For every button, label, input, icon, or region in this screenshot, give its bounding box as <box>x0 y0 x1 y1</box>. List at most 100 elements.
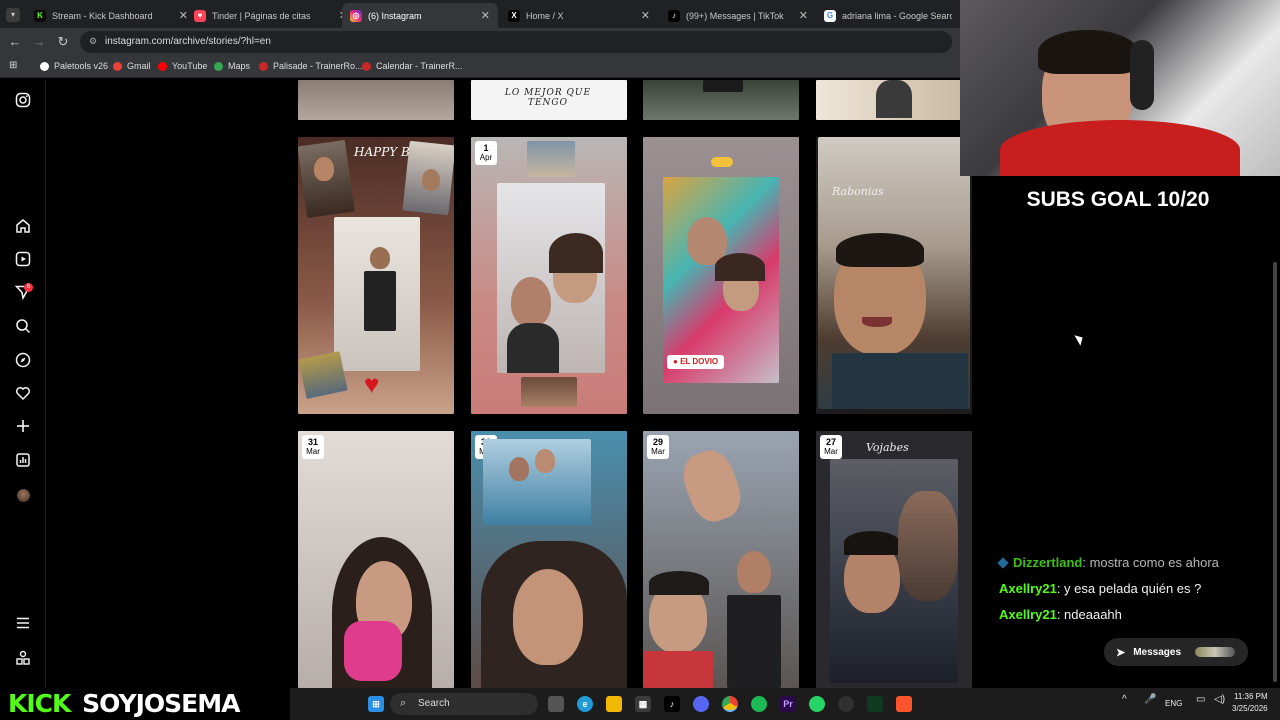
tab-x-home[interactable]: X Home / X ✕ <box>500 3 658 28</box>
back-icon[interactable]: ← <box>7 34 23 49</box>
store-icon[interactable]: ▦ <box>635 696 651 712</box>
site-info-icon[interactable]: ⚙ <box>89 36 97 47</box>
messages-label: Messages <box>1133 646 1182 658</box>
story-tile[interactable] <box>298 80 454 120</box>
reels-icon[interactable] <box>13 251 33 271</box>
search-icon[interactable] <box>13 318 33 338</box>
bookmark-paletools[interactable]: Paletools v26 <box>40 61 108 71</box>
reload-icon[interactable]: ↻ <box>55 34 71 50</box>
tray-chevron-icon[interactable]: ^ <box>1122 694 1127 705</box>
trainerroad-icon <box>362 61 371 71</box>
create-plus-icon[interactable] <box>13 418 33 438</box>
story-tile[interactable]: 30Mar <box>471 431 627 688</box>
chat-message: Axellry21: ndeaaahh <box>999 607 1122 622</box>
paletools-icon <box>40 61 49 71</box>
task-view-icon[interactable] <box>548 696 564 712</box>
windows-start-icon[interactable]: ⊞ <box>368 696 384 712</box>
story-caption: Vojabes <box>866 441 909 454</box>
tab-tinder[interactable]: ♥ Tinder | Páginas de citas ✕ <box>186 3 356 28</box>
chat-username: Axellry21 <box>999 607 1057 622</box>
bookmark-gmail[interactable]: Gmail <box>113 61 151 71</box>
taskbar-search-input[interactable]: ⌕ Search <box>390 693 538 715</box>
story-caption: Rabonias <box>832 185 884 198</box>
discord-icon[interactable] <box>693 696 709 712</box>
google-icon: G <box>824 9 836 22</box>
close-tab-icon[interactable]: ✕ <box>799 9 808 22</box>
brave-icon[interactable] <box>896 696 912 712</box>
chat-message: Dizzertland: mostra como es ahora <box>997 555 1219 570</box>
tab-label: adriana lima - Google Search <box>842 10 952 21</box>
url-text: instagram.com/archive/stories/?hl=en <box>105 36 271 47</box>
story-tile[interactable]: 1 Apr <box>471 137 627 414</box>
bookmark-label: YouTube <box>172 61 208 71</box>
story-tile[interactable]: ● EL DOVIO <box>643 137 799 414</box>
whatsapp-icon[interactable] <box>809 696 825 712</box>
tab-label: (99+) Messages | TikTok <box>686 10 784 21</box>
bookmark-youtube[interactable]: YouTube <box>158 61 207 71</box>
story-tile[interactable]: 29 Mar <box>643 431 799 688</box>
also-from-meta-icon[interactable] <box>13 650 33 670</box>
notifications-heart-icon[interactable] <box>13 385 33 405</box>
file-explorer-icon[interactable] <box>606 696 622 712</box>
tab-tiktok[interactable]: ♪ (99+) Messages | TikTok ✕ <box>660 3 816 28</box>
close-tab-icon[interactable]: ✕ <box>641 9 650 22</box>
url-input[interactable]: ⚙ instagram.com/archive/stories/?hl=en <box>80 31 952 53</box>
instagram-sidebar: 6 <box>0 80 46 688</box>
story-tile[interactable]: LO MEJOR QUE TENGO <box>471 80 627 120</box>
obs-icon[interactable] <box>838 696 854 712</box>
tab-label: Stream - Kick Dashboard <box>52 10 153 21</box>
network-icon[interactable]: ▭ <box>1196 694 1205 705</box>
location-sticker: ● EL DOVIO <box>667 355 725 369</box>
search-placeholder: Search <box>418 698 450 709</box>
story-tile[interactable]: HAPPY Birthday ♥ <box>298 137 454 414</box>
bookmark-calendar[interactable]: Calendar - TrainerR... <box>362 61 463 71</box>
story-date-badge: 1 Apr <box>475 141 497 165</box>
terminal-icon[interactable] <box>867 696 883 712</box>
dashboard-icon[interactable] <box>13 452 33 472</box>
bookmark-label: Gmail <box>127 61 151 71</box>
story-tile[interactable] <box>643 80 799 120</box>
chat-text: : mostra como es ahora <box>1082 555 1219 570</box>
story-tile[interactable]: 31 Mar <box>298 431 454 688</box>
spotify-icon[interactable] <box>751 696 767 712</box>
kick-logo: KICK <box>8 689 71 718</box>
chat-text: : y esa pelada quién es ? <box>1056 581 1202 596</box>
explore-icon[interactable] <box>13 352 33 372</box>
windows-taskbar: ⊞ ⌕ Search e ▦ ♪ Pr ^ 🎤 ENG ▭ ◁) 11:36 P… <box>290 688 1280 720</box>
tab-kick-dashboard[interactable]: K Stream - Kick Dashboard ✕ <box>26 3 196 28</box>
story-tile[interactable]: Rabonias <box>816 137 972 414</box>
story-caption: LO MEJOR QUE TENGO <box>504 88 592 108</box>
more-menu-icon[interactable] <box>13 615 33 635</box>
edge-icon[interactable]: e <box>577 696 593 712</box>
tab-google-search[interactable]: G adriana lima - Google Search <box>816 3 960 28</box>
home-icon[interactable] <box>13 218 33 238</box>
clock-date[interactable]: 3/25/2026 <box>1232 704 1268 713</box>
language-indicator[interactable]: ENG <box>1165 699 1182 708</box>
tab-search-icon[interactable]: ▾ <box>6 8 20 22</box>
story-tile[interactable]: 27 Mar Vojabes <box>816 431 972 688</box>
messages-button[interactable]: ➤ Messages <box>1104 638 1248 666</box>
microphone-icon[interactable]: 🎤 <box>1144 694 1156 705</box>
chrome-icon[interactable] <box>722 696 738 712</box>
premiere-icon[interactable]: Pr <box>780 696 796 712</box>
apps-icon[interactable]: ⊞ <box>9 60 17 71</box>
bookmark-label: Palisade - TrainerRo... <box>273 61 363 71</box>
bookmark-palisade[interactable]: Palisade - TrainerRo... <box>259 61 363 71</box>
instagram-icon: ◎ <box>350 9 362 22</box>
tab-instagram[interactable]: ◎ (6) Instagram ✕ <box>342 3 498 28</box>
story-tile[interactable] <box>816 80 972 120</box>
close-tab-icon[interactable]: ✕ <box>481 9 490 22</box>
bookmarks-bar: ⊞ Paletools v26 Gmail YouTube Maps Palis… <box>0 56 960 78</box>
forward-icon[interactable]: → <box>31 34 47 49</box>
bookmark-maps[interactable]: Maps <box>214 61 250 71</box>
clock-time[interactable]: 11:36 PM <box>1234 692 1268 701</box>
address-bar-row: ← → ↻ ⚙ instagram.com/archive/stories/?h… <box>0 28 960 56</box>
volume-icon[interactable]: ◁) <box>1214 694 1225 705</box>
scrollbar[interactable] <box>1272 178 1278 688</box>
profile-avatar[interactable] <box>13 486 33 506</box>
instagram-logo-icon[interactable] <box>13 92 33 112</box>
chat-text: : ndeaaahh <box>1056 607 1122 622</box>
tiktok-icon[interactable]: ♪ <box>664 696 680 712</box>
direct-messages-icon[interactable]: 6 <box>13 283 33 304</box>
tab-label: Tinder | Páginas de citas <box>212 10 311 21</box>
